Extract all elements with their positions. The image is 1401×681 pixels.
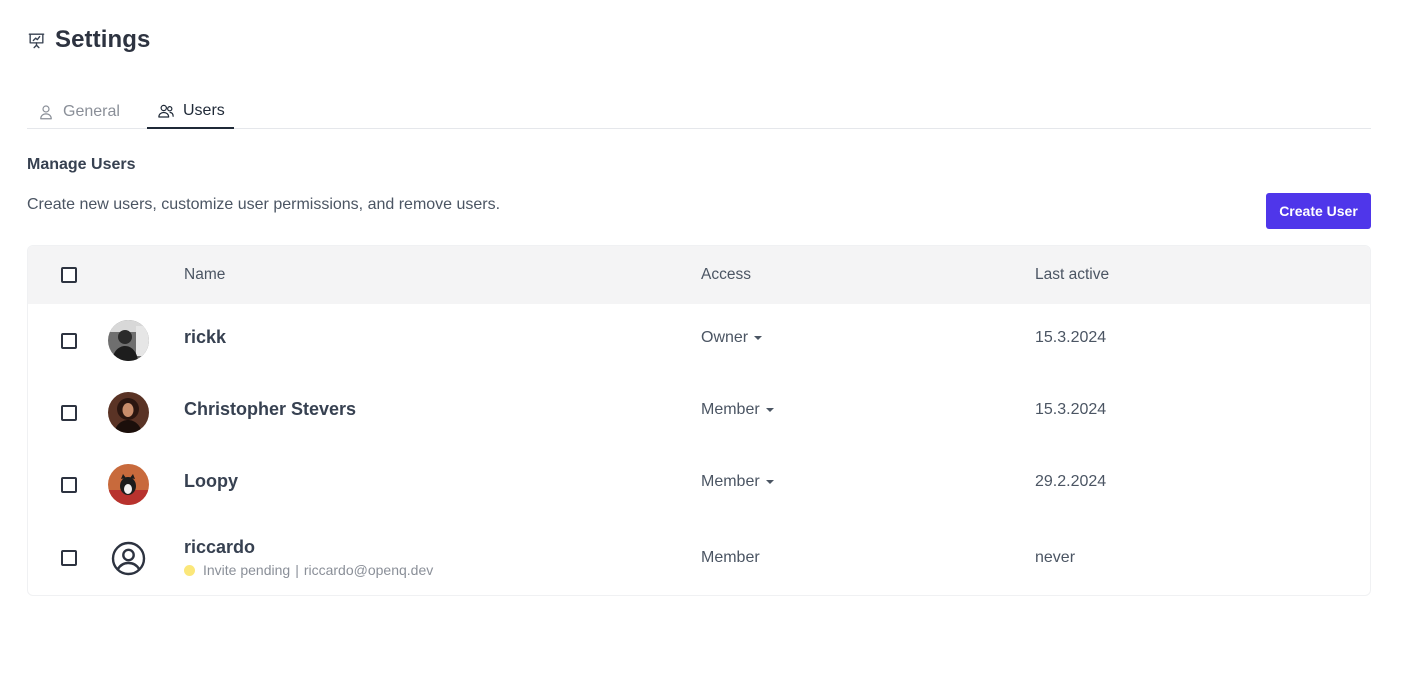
pending-dot-icon [184, 564, 195, 576]
section-description: Create new users, customize user permiss… [27, 196, 501, 213]
access-dropdown[interactable]: Owner [701, 329, 763, 347]
invite-separator: | [295, 562, 299, 578]
user-name: rickk [184, 327, 227, 347]
avatar [108, 464, 149, 505]
invite-email: riccardo@openq.dev [303, 562, 434, 578]
users-table: Name Access Last active rickk Owner 15.3… [27, 245, 1371, 596]
access-value: Member [701, 549, 760, 566]
select-all-checkbox[interactable] [61, 267, 77, 283]
invite-status: Invite pending | riccardo@openq.dev [184, 562, 433, 578]
row-checkbox[interactable] [61, 477, 77, 493]
column-name: Name [184, 266, 226, 283]
caret-down-icon [754, 336, 763, 340]
tab-users-label: Users [183, 101, 225, 119]
create-user-button[interactable]: Create User [1266, 193, 1371, 229]
presentation-chart-icon [27, 31, 46, 50]
column-access: Access [701, 266, 751, 283]
avatar [108, 392, 149, 433]
last-active: 29.2.2024 [1035, 473, 1107, 490]
invite-status-label: Invite pending [203, 562, 291, 578]
tab-users[interactable]: Users [147, 94, 234, 129]
access-value: Member [701, 401, 760, 418]
users-icon [157, 102, 175, 120]
access-value: Member [701, 473, 760, 490]
settings-tabs: General Users [27, 94, 1371, 129]
table-header: Name Access Last active [28, 246, 1370, 304]
table-row: Loopy Member 29.2.2024 [28, 448, 1370, 520]
access-value: Owner [701, 329, 749, 346]
caret-down-icon [765, 408, 774, 412]
last-active: never [1035, 549, 1076, 566]
table-row: rickk Owner 15.3.2024 [28, 304, 1370, 376]
user-name: Loopy [184, 471, 238, 491]
row-checkbox[interactable] [61, 333, 77, 349]
last-active: 15.3.2024 [1035, 329, 1107, 346]
page-header: Settings [27, 26, 150, 54]
user-circle-icon [108, 538, 149, 579]
page-title: Settings [55, 26, 151, 53]
access-dropdown[interactable]: Member [701, 473, 774, 491]
row-checkbox[interactable] [61, 405, 77, 421]
column-last-active: Last active [1035, 266, 1110, 283]
last-active: 15.3.2024 [1035, 401, 1107, 418]
caret-down-icon [765, 480, 774, 484]
tab-general[interactable]: General [37, 94, 120, 129]
avatar [108, 320, 149, 361]
user-name: riccardo [184, 537, 256, 557]
user-name: Christopher Stevers [184, 399, 357, 419]
row-checkbox[interactable] [61, 550, 77, 566]
user-icon [37, 103, 55, 121]
table-row: Christopher Stevers Member 15.3.2024 [28, 376, 1370, 448]
section-title: Manage Users [27, 156, 136, 173]
tab-general-label: General [63, 102, 120, 120]
table-row: riccardo Invite pending | riccardo@openq… [28, 520, 1370, 595]
access-dropdown[interactable]: Member [701, 401, 774, 419]
